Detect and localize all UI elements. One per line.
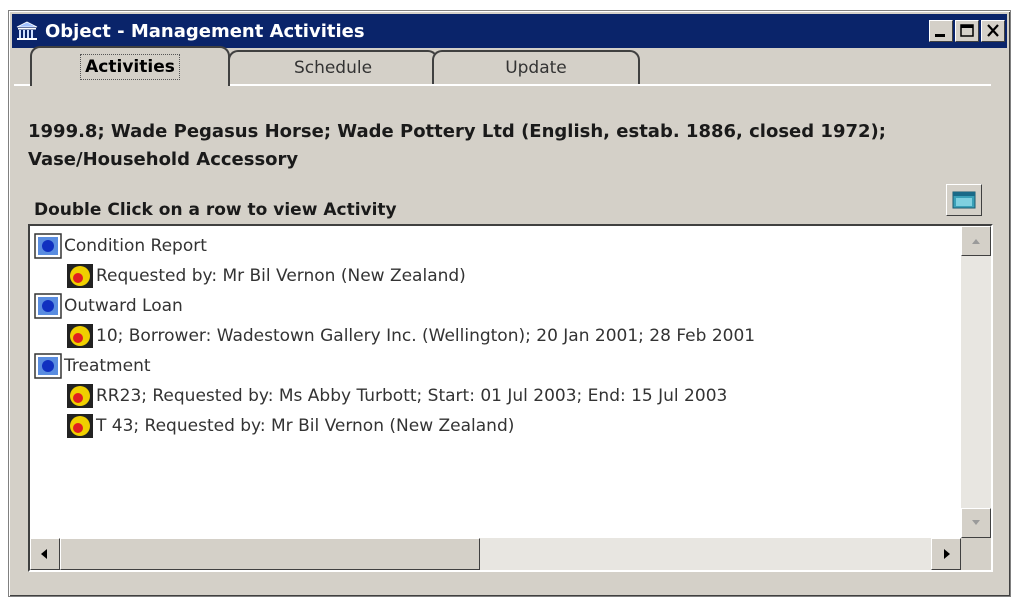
tab-activities-label: Activities [80,54,180,80]
tree-row-treatment-t43[interactable]: T 43; Requested by: Mr Bil Vernon (New Z… [66,412,514,440]
activity-icon [34,293,62,319]
window-title: Object - Management Activities [45,20,365,42]
tree-row-condition-report[interactable]: Condition Report [34,232,207,260]
request-icon [67,414,93,438]
request-icon [67,324,93,348]
vertical-scrollbar[interactable] [961,226,991,538]
tree-row-label: RR23; Requested by: Ms Abby Turbott; Sta… [96,386,728,406]
maximize-button[interactable] [955,20,979,42]
arrow-down-icon [972,520,980,525]
tab-strip: Activities Schedule Update [20,44,720,86]
tree-row-label: Condition Report [64,236,207,256]
request-icon [67,384,93,408]
minimize-button[interactable] [929,20,953,42]
tree-row-treatment-rr23[interactable]: RR23; Requested by: Ms Abby Turbott; Sta… [66,382,727,410]
tab-schedule[interactable]: Schedule [228,50,438,84]
request-icon [67,264,93,288]
tree-row-outward-loan[interactable]: Outward Loan [34,292,183,320]
window-icon [952,191,976,209]
activity-list[interactable]: Condition Report Requested by: Mr Bil Ve… [28,224,993,572]
tree-row-label: Treatment [64,356,151,376]
tree-row-treatment[interactable]: Treatment [34,352,151,380]
tree-row-label: Requested by: Mr Bil Vernon (New Zealand… [96,266,466,286]
tab-schedule-label: Schedule [293,58,373,78]
tree-row-request[interactable]: Requested by: Mr Bil Vernon (New Zealand… [66,262,466,290]
scroll-down-button[interactable] [961,508,991,538]
instruction-label: Double Click on a row to view Activity [34,200,397,220]
tree-row-label: Outward Loan [64,296,183,316]
tab-update-label: Update [505,58,567,78]
object-title: 1999.8; Wade Pegasus Horse; Wade Pottery… [28,121,886,170]
museum-icon [15,20,39,42]
tree-row-label: 10; Borrower: Wadestown Gallery Inc. (We… [96,326,756,346]
tree-row-loan-detail[interactable]: 10; Borrower: Wadestown Gallery Inc. (We… [66,322,755,350]
horizontal-scroll-thumb[interactable] [60,538,480,570]
maximize-icon [960,24,974,37]
scroll-right-button[interactable] [931,538,961,570]
minimize-icon [935,34,945,37]
tab-update[interactable]: Update [432,50,640,84]
activity-icon [34,353,62,379]
size-grip [961,538,991,570]
arrow-up-icon [972,239,980,244]
scroll-left-button[interactable] [30,538,60,570]
arrow-left-icon [41,549,47,559]
close-button[interactable] [981,20,1005,42]
tree-row-label: T 43; Requested by: Mr Bil Vernon (New Z… [96,416,515,436]
scroll-up-button[interactable] [961,226,991,256]
close-icon [987,24,999,37]
horizontal-scrollbar[interactable] [30,538,961,570]
arrow-right-icon [944,549,950,559]
title-bar[interactable]: Object - Management Activities [12,14,1007,48]
activity-icon [34,233,62,259]
activity-tree: Condition Report Requested by: Mr Bil Ve… [30,226,961,538]
tab-activities[interactable]: Activities [30,46,230,86]
view-activity-button[interactable] [946,184,982,216]
